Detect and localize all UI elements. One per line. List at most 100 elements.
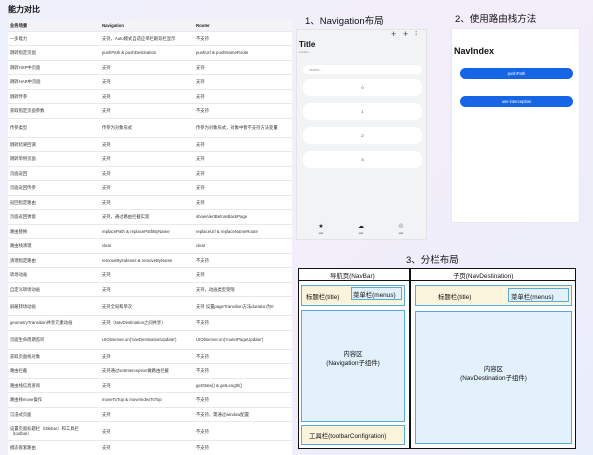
navbar-label: 导航页(NavBar) [330,273,375,280]
table-row: 页面返回 支持 支持 [8,166,292,181]
cell-scenario: geometryTransition共享元素动画 [8,315,100,331]
cell-scenario: 沉浸式页面 [8,407,100,422]
navdestination-titlebar-label: 标题栏(title) [438,294,472,301]
nav-subtitle: subtitle [299,50,309,54]
cell-scenario: 页面返回弹窗 [8,209,100,225]
table-row: 路由栈信息查询 支持 getState() & getLength() [8,378,292,393]
header-navigation: Navigation [100,20,194,32]
table-row: 路由拦截 支持通过setInterception做路由拦截 不支持 [8,363,292,379]
cell-navigation: 支持（NavDestination之间共享） [100,315,194,331]
table-row: 返回指定路由 支持 支持 [8,195,292,210]
table-row: 路由栈move操作 moveToTop & moveIndexToTop 不支持 [8,392,292,408]
cell-router: replaceUrl & replaceNameRoute [194,224,292,239]
cell-navigation: 支持通过setInterception做路由拦截 [100,363,194,379]
divider [409,268,411,449]
cell-scenario: 跳转指定页面 [8,45,100,61]
cell-navigation: 传参为对象形式 [100,118,194,138]
navindex-title: NavIndex [454,46,495,56]
cell-router: 不支持 [194,363,292,379]
more-icon[interactable]: ⁝ [415,30,417,39]
table-row: 跳转指定页面 pushPath & pushDestination pushUrl … [8,45,292,61]
navbar-menus-label: 菜单栏(menus) [353,292,396,299]
add-icon[interactable]: + [403,30,408,39]
cell-router: 支持 [194,74,292,90]
search-input[interactable]: search... [303,65,422,74]
cell-router: showAlertBeforeBackPage [194,209,292,225]
cell-router: 支持 设置pageTransition方法duration为0 [194,296,292,316]
tab-recycle[interactable]: ♲ star [390,224,412,235]
table-row: 屏蔽转场动画 支持全局和单次 支持 设置pageTransition方法durati… [8,296,292,316]
table-row: 设置页面标题栏（titlebar）和工具栏（toolbar） 支持 不支持 [8,421,292,441]
header-scenario: 业务场景 [8,20,100,32]
nav-title: Title [299,40,316,49]
cell-router: 不支持 [194,421,292,441]
cell-navigation: 支持 [100,421,194,441]
cell-router: pushUrl & pushNameRoute [194,45,292,61]
list-item[interactable]: 3 [303,151,422,168]
cell-scenario: 屏蔽转场动画 [8,296,100,316]
cell-scenario: 页面返回 [8,166,100,181]
tab-label: star [398,231,404,235]
table-row: 获取页面栈对象 支持 不支持 [8,349,292,364]
cell-scenario: 路由栈move操作 [8,392,100,408]
tab-cloud[interactable]: ☁ star [350,224,372,235]
table-row: 路由栈清理 clear clear [8,238,292,254]
add-icon[interactable]: + [391,30,396,39]
cell-navigation: moveToTop & moveIndexToTop [100,392,194,408]
navbar-content-label: 内容区 (Navigation子组件) [326,351,380,367]
cell-scenario: 路由替换 [8,224,100,239]
cell-navigation: 支持 [100,195,194,210]
cell-scenario: 跳转传参 [8,89,100,104]
table-row: 跳转单例页面 支持 支持 [8,151,292,167]
cell-router: 不支持 [194,31,292,46]
cell-scenario: 返回指定路由 [8,195,100,210]
cell-router: getState() & getLength() [194,378,292,393]
cell-router: 不支持 [194,349,292,364]
list-item[interactable]: 1 [303,103,422,120]
cell-scenario: 路由拦截 [8,363,100,379]
cell-navigation: 支持 [100,137,194,152]
cell-scenario: 跳转HAR中页面 [8,74,100,90]
cell-navigation: 支持 [100,407,194,422]
table-row: 清理指定路由 removeByIndexes & removeByName 不支持 [8,253,292,268]
push-path-button[interactable]: pushPath [460,68,573,79]
cell-navigation: 支持 [100,180,194,196]
table-row: 跳转HAR中页面 支持 支持 [8,74,292,90]
cell-router: 支持 [194,60,292,75]
tab-star[interactable]: ★ star [310,224,332,235]
table-row: 跳转传参 支持 支持 [8,89,292,104]
cell-navigation: 支持全局和单次 [100,296,194,316]
table-row: 页面返回弹窗 支持，通过路由拦截实现 showAlertBeforeBackPage [8,209,292,225]
cell-router: 支持 [194,89,292,104]
cell-navigation: 支持 [100,166,194,181]
cell-scenario: 路由栈信息查询 [8,378,100,393]
cell-scenario: 设置页面标题栏（titlebar）和工具栏（toolbar） [8,421,100,441]
cell-navigation: 支持 [100,440,194,455]
use-interception-button[interactable]: use interception [460,96,573,107]
table-row: 传参类型 传参为对象形式 传参为对象形式，对象中暂不支持方法变量 [8,118,292,138]
cell-router: clear [194,238,292,254]
cell-scenario: 获取页面栈对象 [8,349,100,364]
table-row: 跳转结果回调 支持 支持 [8,137,292,152]
cell-router: 支持 [194,195,292,210]
navigation-phone-preview: + + ⁝ Title subtitle search... 0 1 2 3 ★… [296,29,427,240]
cell-scenario: 跳转HSP中页面 [8,60,100,75]
list-item[interactable]: 0 [303,79,422,96]
navbar-titlebar-label: 标题栏(title) [306,294,340,301]
list-item[interactable]: 2 [303,127,422,144]
cell-scenario: 转场动画 [8,267,100,283]
cell-router: 不支持 [194,392,292,408]
table-row: 路由替换 replacePath & replacePathByName repla… [8,224,292,239]
table-row: geometryTransition共享元素动画 支持（NavDestinatio… [8,315,292,331]
router-phone-preview: NavIndex pushPath use interception [451,28,580,223]
cell-navigation: pushPath & pushDestination [100,45,194,61]
star-icon: ★ [318,224,324,230]
page-title: 能力对比 [8,5,40,14]
tab-label: star [358,231,364,235]
cell-navigation: 支持 [100,89,194,104]
cell-router: 不支持 [194,103,292,119]
cloud-icon: ☁ [358,224,364,230]
cell-scenario: 页面返回传参 [8,180,100,196]
cell-navigation: 支持，通过路由拦截实现 [100,209,194,225]
header-router: Router [194,20,292,32]
